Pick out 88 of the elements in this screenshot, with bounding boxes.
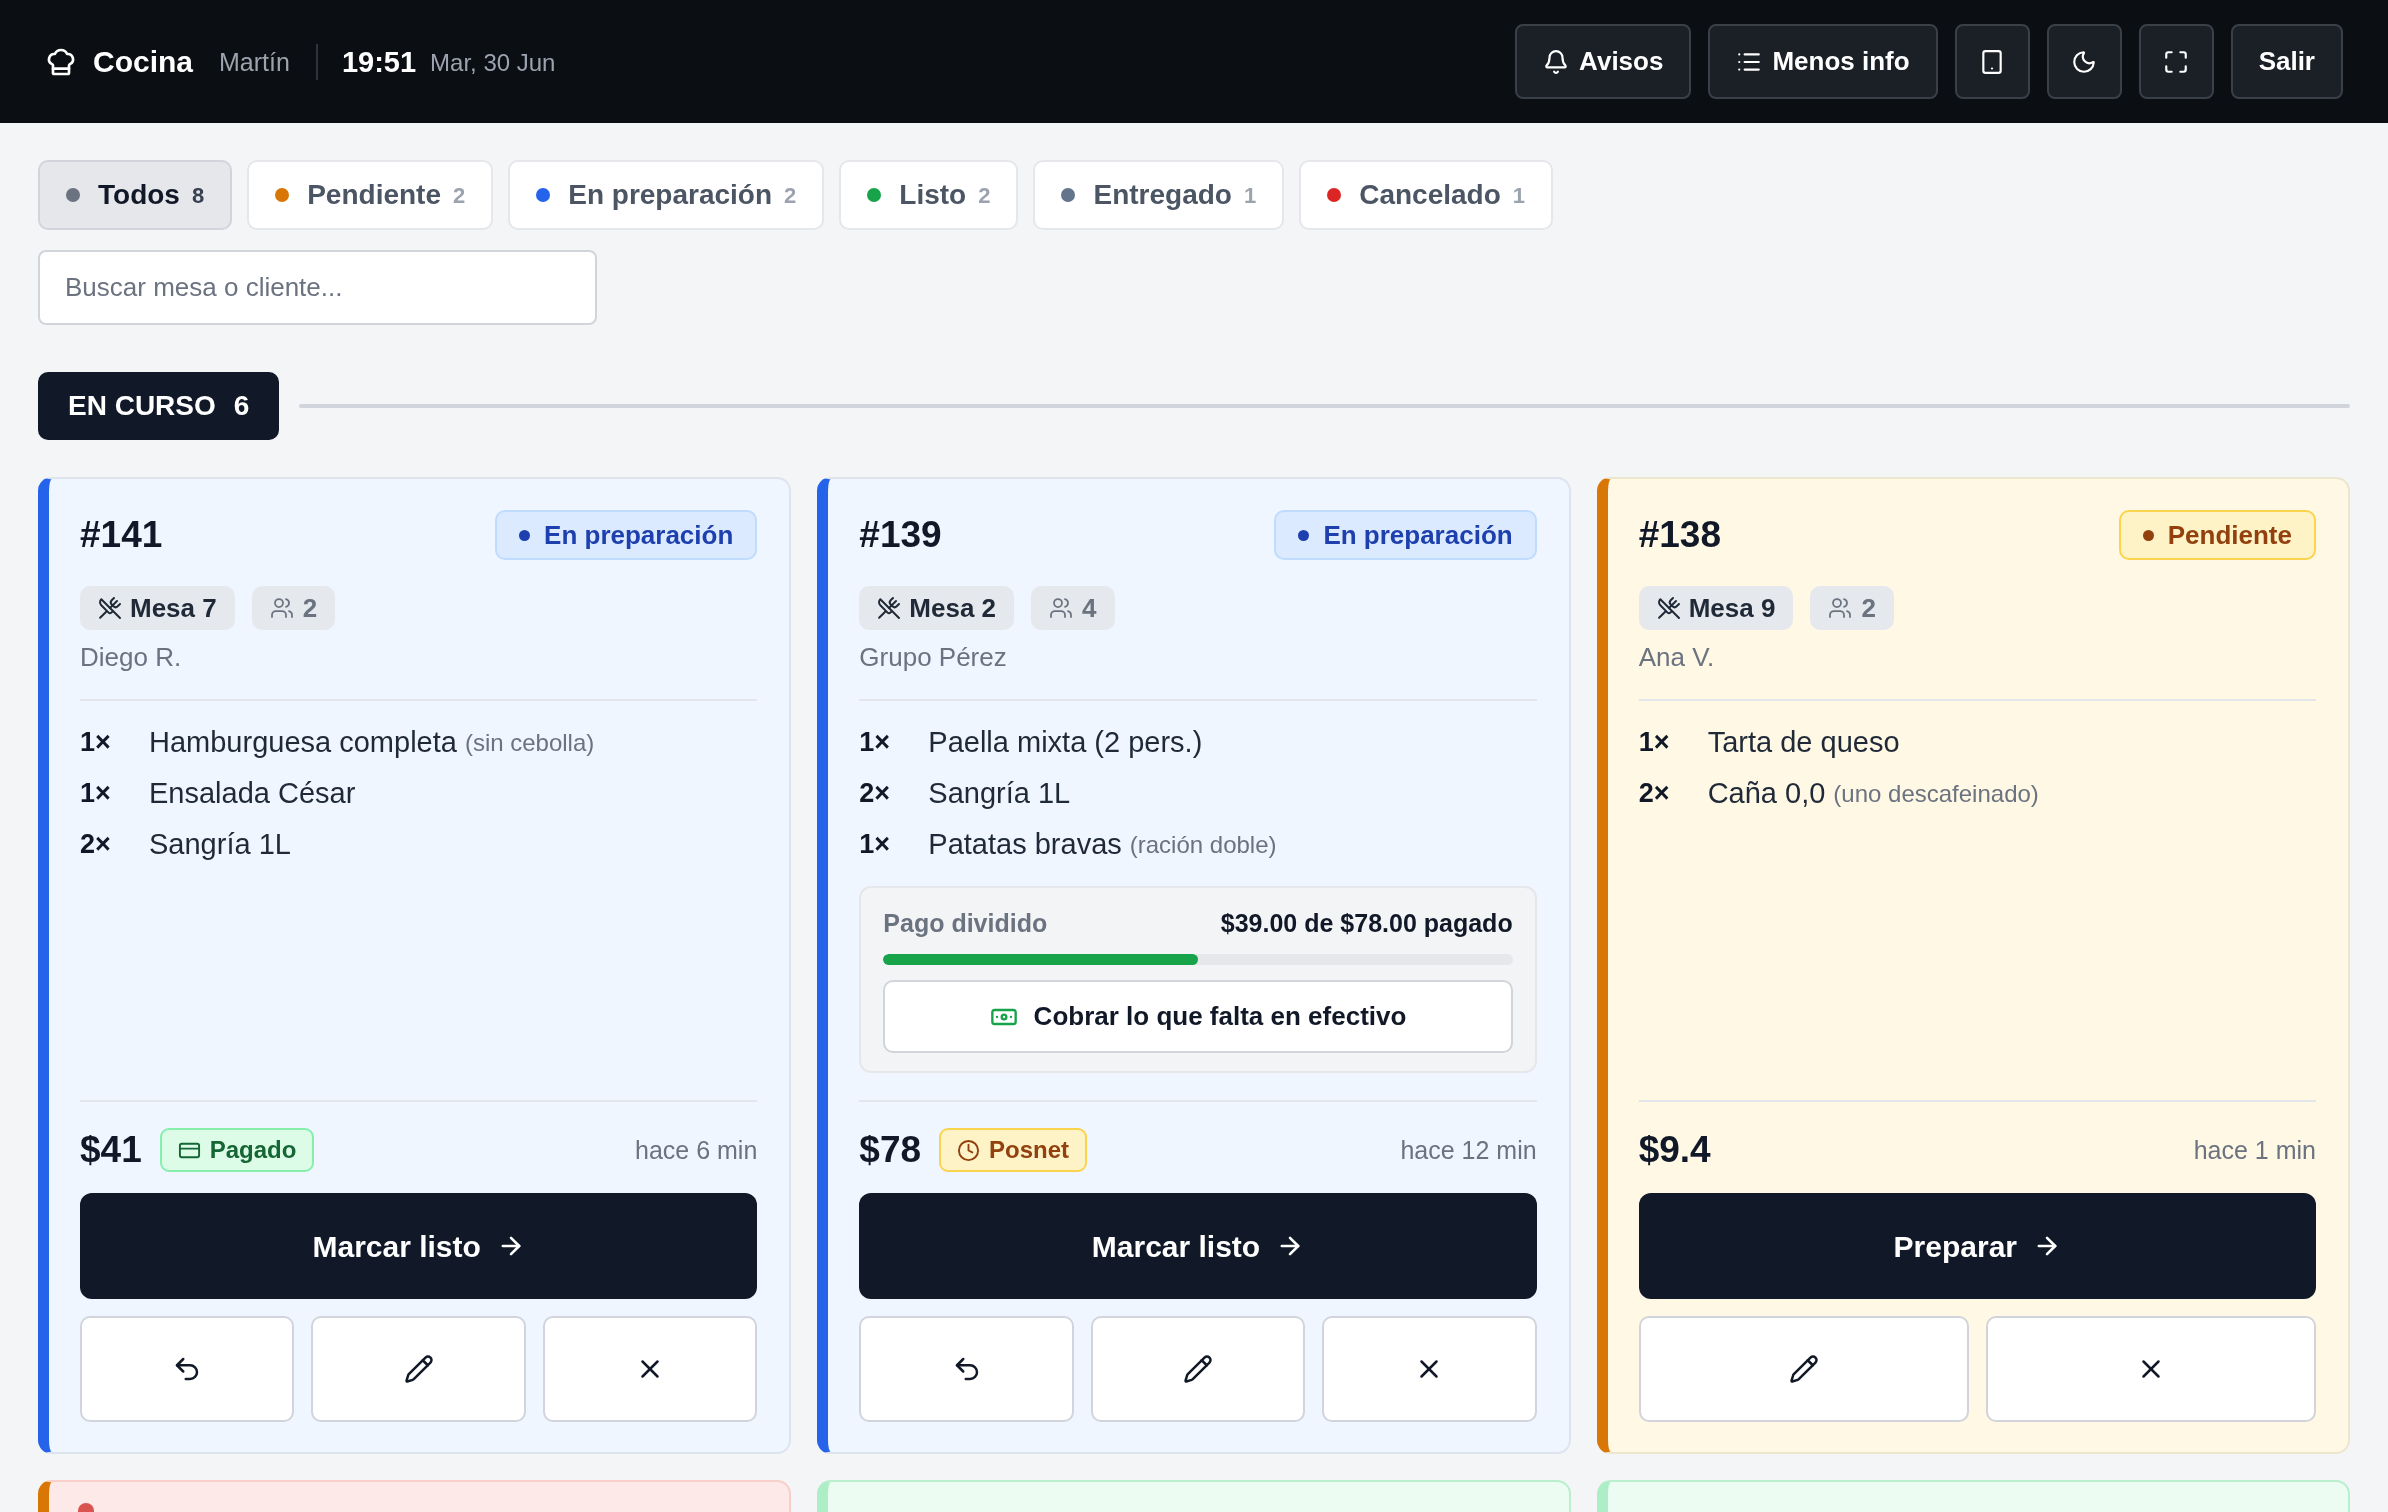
cancel-button[interactable] xyxy=(1322,1316,1537,1422)
order-number: #138 xyxy=(1638,514,1721,556)
item-quantity: 2× xyxy=(1638,776,1671,809)
guests-count: 4 xyxy=(1082,593,1097,623)
filter-tab[interactable]: Listo 2 xyxy=(839,160,1019,230)
payment-label: Pagado xyxy=(209,1136,297,1164)
fullscreen-icon xyxy=(2163,48,2190,75)
notifications-button[interactable]: Avisos xyxy=(1515,24,1692,99)
edit-button[interactable] xyxy=(1090,1316,1306,1422)
filter-tab[interactable]: Cancelado 1 xyxy=(1299,160,1554,230)
utensils-icon xyxy=(1656,596,1681,620)
customer-name: Grupo Pérez xyxy=(859,642,1007,672)
filter-tab[interactable]: En preparación 2 xyxy=(508,160,825,230)
app-title: Cocina xyxy=(93,43,194,80)
customer-name: Diego R. xyxy=(80,642,182,672)
order-total: $78 xyxy=(859,1129,922,1171)
guests-count: 2 xyxy=(1861,593,1876,623)
order-total: $41 xyxy=(80,1129,142,1171)
item-quantity: 1× xyxy=(80,776,112,809)
split-summary: $39.00 de $78.00 pagado xyxy=(1220,908,1513,938)
people-icon xyxy=(269,596,294,620)
table-label: Mesa 7 xyxy=(130,593,217,623)
status-label: En preparación xyxy=(544,520,734,550)
theme-button[interactable] xyxy=(2046,24,2122,99)
table-label: Mesa 2 xyxy=(909,593,997,623)
tablet-view-button[interactable] xyxy=(1954,24,2030,99)
item-note: (uno descafeinado) xyxy=(1833,778,2039,809)
pencil-icon xyxy=(1788,1354,1819,1384)
edit-button[interactable] xyxy=(1638,1316,1969,1422)
customer-name: Ana V. xyxy=(1638,642,1715,672)
item-quantity: 2× xyxy=(859,776,892,809)
moon-icon xyxy=(2071,48,2098,75)
undo-button[interactable] xyxy=(80,1316,295,1422)
pencil-icon xyxy=(1183,1354,1213,1384)
item-name: Patatas bravas xyxy=(928,826,1122,861)
item-quantity: 2× xyxy=(80,827,112,860)
item-name: Tarta de queso xyxy=(1707,724,1900,759)
filter-tab[interactable]: Entregado 1 xyxy=(1033,160,1285,230)
order-age: hace 12 min xyxy=(1400,1135,1537,1165)
section-title: EN CURSO xyxy=(68,390,216,422)
utensils-icon xyxy=(877,596,902,620)
item-quantity: 1× xyxy=(859,725,892,758)
item-name: Hamburguesa completa xyxy=(149,724,457,759)
utensils-icon xyxy=(98,596,122,620)
item-quantity: 1× xyxy=(80,725,112,758)
advance-order-button[interactable]: Marcar listo xyxy=(80,1193,758,1299)
people-icon xyxy=(1828,596,1853,620)
pencil-icon xyxy=(403,1354,434,1384)
cancel-button[interactable] xyxy=(542,1316,758,1422)
guests-count: 2 xyxy=(302,593,318,623)
cancel-button[interactable] xyxy=(1985,1316,2316,1422)
payment-label: Posnet xyxy=(989,1136,1070,1164)
item-note: (sin cebolla) xyxy=(464,727,595,758)
edit-button[interactable] xyxy=(311,1316,526,1422)
filter-tab[interactable]: Pendiente 2 xyxy=(247,160,494,230)
item-name: Ensalada César xyxy=(149,775,356,810)
user-name: Martín xyxy=(219,46,290,77)
table-label: Mesa 9 xyxy=(1688,593,1776,623)
split-label: Pago dividido xyxy=(883,908,1048,938)
undo-button[interactable] xyxy=(859,1316,1074,1422)
status-label: Pendiente xyxy=(2167,520,2292,550)
clock-time: 19:51 xyxy=(341,44,417,79)
less-info-button[interactable]: Menos info xyxy=(1708,24,1938,99)
clock-icon xyxy=(957,1138,981,1162)
logout-button[interactable]: Salir xyxy=(2230,24,2343,99)
order-number: #139 xyxy=(859,514,942,556)
fullscreen-button[interactable] xyxy=(2138,24,2214,99)
advance-order-button[interactable]: Marcar listo xyxy=(859,1193,1537,1299)
item-name: Sangría 1L xyxy=(928,775,1071,810)
order-age: hace 6 min xyxy=(635,1135,758,1165)
date-text: Mar, 30 Jun xyxy=(430,48,556,78)
item-name: Caña 0,0 xyxy=(1707,775,1826,810)
order-age: hace 1 min xyxy=(2193,1135,2316,1165)
bell-icon xyxy=(1543,48,1570,75)
filter-tab[interactable]: Todos 8 xyxy=(38,160,233,230)
item-name: Sangría 1L xyxy=(149,826,291,861)
advance-order-button[interactable]: Preparar xyxy=(1638,1193,2316,1299)
people-icon xyxy=(1049,596,1074,620)
item-note: (ración doble) xyxy=(1129,829,1277,860)
status-label: En preparación xyxy=(1323,520,1513,550)
order-total: $9.4 xyxy=(1638,1129,1711,1171)
item-quantity: 1× xyxy=(1638,725,1671,758)
order-number: #141 xyxy=(80,514,163,556)
search-field[interactable]: Buscar mesa o cliente... xyxy=(38,250,597,325)
section-count: 6 xyxy=(233,390,250,422)
item-name: Paella mixta (2 pers.) xyxy=(928,724,1203,759)
collect-cash-button[interactable]: Cobrar lo que falta en efectivo xyxy=(883,980,1513,1053)
item-quantity: 1× xyxy=(859,827,892,860)
